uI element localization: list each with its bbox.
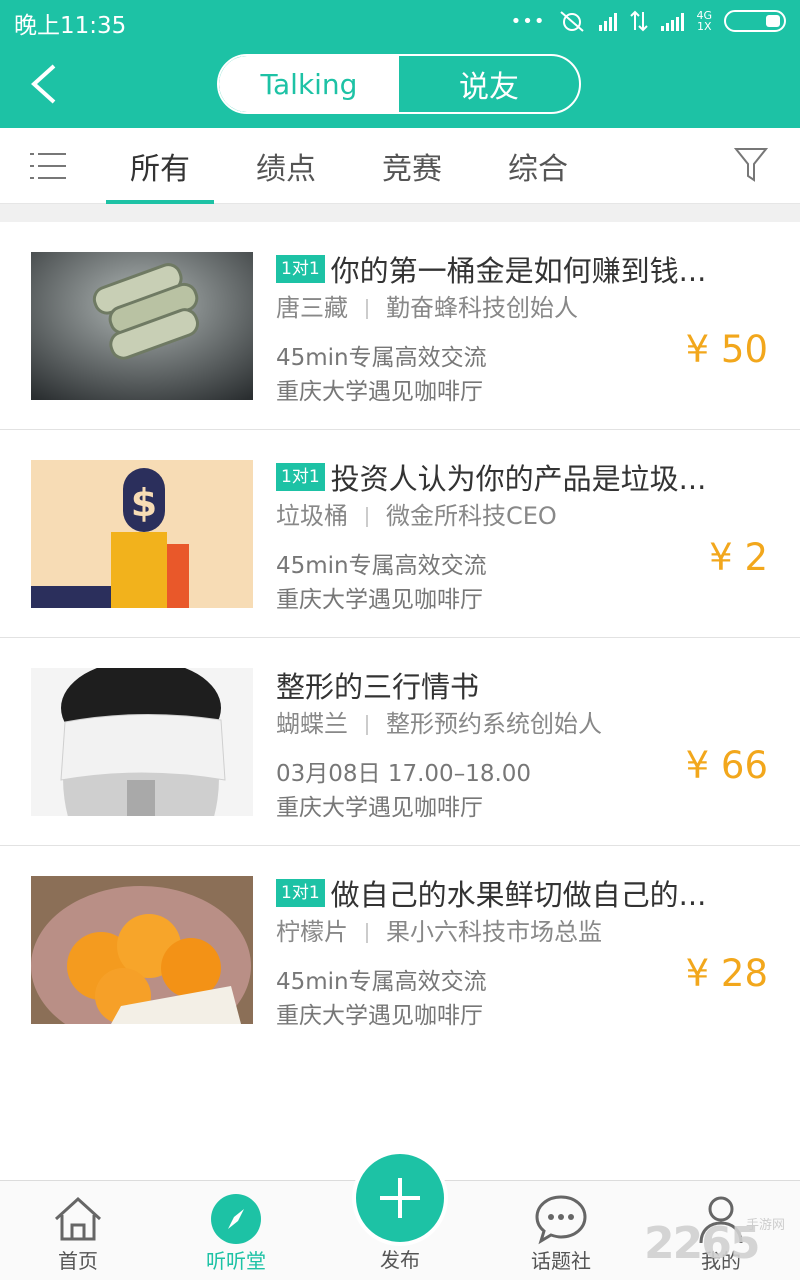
svg-text:$: $ xyxy=(131,481,157,525)
back-arrow-icon[interactable] xyxy=(28,64,62,104)
host-role: 整形预约系统创始人 xyxy=(386,710,602,738)
item-host: 垃圾桶 微金所科技CEO xyxy=(276,496,557,531)
item-title-text: 你的第一桶金是如何赚到钱... xyxy=(330,254,707,288)
battery-icon xyxy=(724,10,786,32)
item-title: 整形的三行情书 xyxy=(276,664,776,706)
item-title-text: 投资人认为你的产品是垃圾... xyxy=(330,462,707,496)
nav-topics-label: 话题社 xyxy=(531,1249,591,1273)
item-host: 蝴蝶兰 整形预约系统创始人 xyxy=(276,704,602,739)
network-type: 4G 1X xyxy=(696,10,712,32)
item-title-text: 做自己的水果鲜切做自己的... xyxy=(330,878,707,912)
host-name: 垃圾桶 xyxy=(276,502,348,530)
item-time: 45min专属高效交流 xyxy=(276,969,487,995)
list-item[interactable]: 1对1 做自己的水果鲜切做自己的... 柠檬片 果小六科技市场总监 45min专属… xyxy=(0,846,800,1054)
item-place: 重庆大学遇见咖啡厅 xyxy=(276,379,483,405)
category-tabs: 所有 绩点 竞赛 综合 xyxy=(0,128,800,204)
tab-general[interactable]: 综合 xyxy=(508,144,568,204)
nav-topics[interactable]: 话题社 xyxy=(486,1181,636,1280)
plus-icon xyxy=(380,1178,420,1218)
host-role: 微金所科技CEO xyxy=(386,502,557,530)
host-name: 蝴蝶兰 xyxy=(276,710,348,738)
status-bar: 晚上11:35 ••• 4G 1X xyxy=(0,0,800,40)
status-time: 晚上11:35 xyxy=(14,13,127,39)
watermark-text: 手游网 xyxy=(746,1218,786,1233)
item-title: 1对1 做自己的水果鲜切做自己的... xyxy=(276,872,776,914)
data-arrows-icon xyxy=(630,10,649,32)
item-host: 柠檬片 果小六科技市场总监 xyxy=(276,912,602,947)
host-role: 勤奋蜂科技创始人 xyxy=(386,294,578,322)
network-1x: 1X xyxy=(696,20,712,33)
item-place: 重庆大学遇见咖啡厅 xyxy=(276,795,483,821)
item-title-text: 整形的三行情书 xyxy=(276,670,480,704)
filter-icon[interactable] xyxy=(734,146,768,184)
tab-shuoyou[interactable]: 说友 xyxy=(399,56,579,112)
tab-competition[interactable]: 竞赛 xyxy=(382,144,442,204)
host-name: 唐三藏 xyxy=(276,294,348,322)
mode-switch: Talking 说友 xyxy=(217,54,581,114)
more-dots-icon: ••• xyxy=(510,10,546,32)
item-thumbnail: $ xyxy=(31,460,253,608)
item-price: ¥ 50 xyxy=(685,328,768,371)
item-thumbnail xyxy=(31,668,253,816)
item-thumbnail xyxy=(31,252,253,400)
tab-talking[interactable]: Talking xyxy=(219,56,399,112)
alarm-off-icon xyxy=(560,11,585,32)
watermark-number: 2265 xyxy=(644,1218,760,1269)
home-icon xyxy=(54,1196,102,1241)
nav-tingtingtang[interactable]: 听听堂 xyxy=(161,1181,311,1280)
item-place: 重庆大学遇见咖啡厅 xyxy=(276,587,483,613)
item-time: 03月08日 17.00–18.00 xyxy=(276,761,532,787)
nav-home-label: 首页 xyxy=(58,1249,98,1273)
compass-icon xyxy=(211,1194,261,1244)
tab-all[interactable]: 所有 xyxy=(130,144,190,204)
tab-gpa[interactable]: 绩点 xyxy=(256,144,316,204)
watermark-logo: 2265 手游网 xyxy=(644,1200,794,1278)
nav-tingtingtang-label: 听听堂 xyxy=(206,1249,266,1273)
chat-icon xyxy=(535,1195,587,1245)
item-price: ¥ 66 xyxy=(685,744,768,787)
status-icons: ••• 4G 1X xyxy=(511,8,786,34)
item-price: ¥ 28 xyxy=(685,952,768,995)
item-time: 45min专属高效交流 xyxy=(276,345,487,371)
list-item[interactable]: $ 1对1 投资人认为你的产品是垃圾... 垃圾桶 微金所科技CEO 45min专… xyxy=(0,430,800,638)
section-divider xyxy=(0,204,800,222)
app-header: 晚上11:35 ••• 4G 1X Talking 说友 xyxy=(0,0,800,128)
item-title: 1对1 投资人认为你的产品是垃圾... xyxy=(276,456,776,498)
publish-button[interactable] xyxy=(352,1150,448,1246)
item-thumbnail xyxy=(31,876,253,1024)
list-item[interactable]: 1对1 你的第一桶金是如何赚到钱... 唐三藏 勤奋蜂科技创始人 45min专属高… xyxy=(0,222,800,430)
signal2-icon xyxy=(661,11,685,31)
item-price: ¥ 2 xyxy=(709,536,768,579)
one-on-one-badge: 1对1 xyxy=(276,463,325,491)
host-name: 柠檬片 xyxy=(276,918,348,946)
one-on-one-badge: 1对1 xyxy=(276,879,325,907)
nav-home[interactable]: 首页 xyxy=(3,1181,153,1280)
publish-label: 发布 xyxy=(380,1248,420,1272)
item-place: 重庆大学遇见咖啡厅 xyxy=(276,1003,483,1029)
item-time: 45min专属高效交流 xyxy=(276,553,487,579)
list-menu-icon[interactable] xyxy=(30,150,66,182)
item-title: 1对1 你的第一桶金是如何赚到钱... xyxy=(276,248,776,290)
list-item[interactable]: 整形的三行情书 蝴蝶兰 整形预约系统创始人 03月08日 17.00–18.00 … xyxy=(0,638,800,846)
host-role: 果小六科技市场总监 xyxy=(386,918,602,946)
item-host: 唐三藏 勤奋蜂科技创始人 xyxy=(276,288,578,323)
signal-icon xyxy=(599,11,618,31)
one-on-one-badge: 1对1 xyxy=(276,255,325,283)
